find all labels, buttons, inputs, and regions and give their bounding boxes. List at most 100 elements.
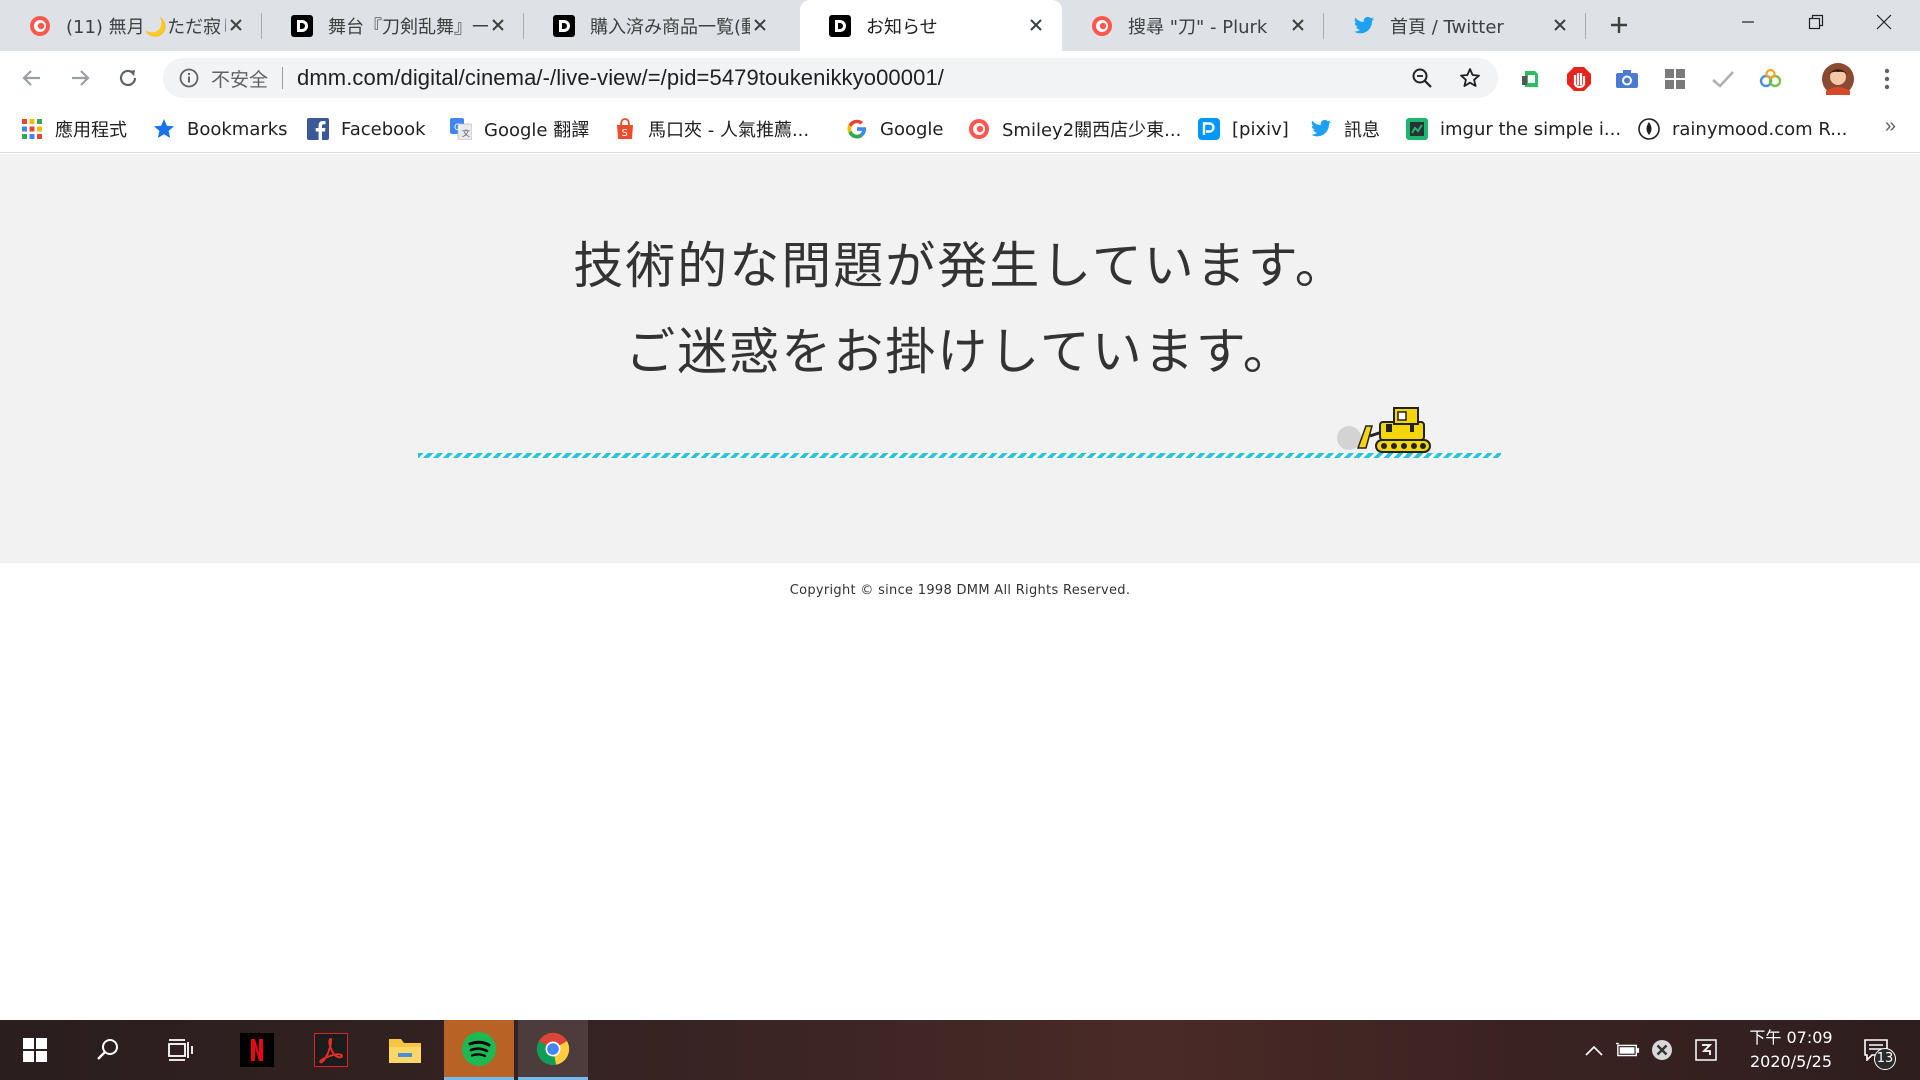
tab-title: 搜尋 "刀" - Plurk xyxy=(1128,16,1268,38)
bookmark-google-translate[interactable]: G文 Google 翻譯 xyxy=(450,115,589,143)
forward-button[interactable] xyxy=(64,62,96,94)
imgur-icon xyxy=(1406,118,1428,140)
close-window-button[interactable] xyxy=(1854,0,1914,44)
extension-check-icon[interactable] xyxy=(1710,66,1736,92)
dmm-icon xyxy=(552,14,576,38)
taskbar-netflix[interactable] xyxy=(222,1020,292,1080)
tab-plurk-2[interactable]: 搜尋 "刀" - Plurk xyxy=(1062,0,1324,51)
reload-icon xyxy=(119,69,137,87)
extension-evernote-icon[interactable] xyxy=(1518,66,1544,92)
extension-screenshot-icon[interactable] xyxy=(1614,66,1640,92)
reload-button[interactable] xyxy=(112,62,144,94)
tab-twitter[interactable]: 首頁 / Twitter xyxy=(1324,0,1586,51)
tray-chevron-up-icon[interactable] xyxy=(1582,1038,1606,1062)
bulldozer-icon xyxy=(1337,407,1431,453)
menu-kebab-icon[interactable] xyxy=(1874,66,1900,92)
tab-title: お知らせ xyxy=(866,16,938,38)
taskbar-acrobat[interactable] xyxy=(296,1020,366,1080)
close-icon[interactable] xyxy=(486,13,510,37)
tab-title: 購入済み商品一覧(動画) xyxy=(590,16,750,38)
rainymood-icon xyxy=(1638,118,1660,140)
file-explorer-icon xyxy=(389,1039,421,1063)
bookmarks-bar: 應用程式 Bookmarks Facebook G文 Google 翻譯 S 馬… xyxy=(0,105,1920,153)
restore-icon xyxy=(1808,14,1824,30)
close-icon[interactable] xyxy=(1024,13,1048,37)
dmm-icon xyxy=(828,14,852,38)
taskbar-search-button[interactable] xyxy=(73,1020,143,1080)
bookmark-google[interactable]: Google xyxy=(846,115,943,143)
input-method-icon[interactable] xyxy=(1694,1038,1718,1062)
tab-dmm-1[interactable]: 舞台『刀剣乱舞』一覧 xyxy=(262,0,524,51)
new-tab-button[interactable] xyxy=(1604,10,1634,40)
facebook-icon xyxy=(307,118,329,140)
bookmark-pixiv[interactable]: [pixiv] xyxy=(1198,115,1289,143)
close-icon[interactable] xyxy=(748,13,772,37)
tab-dmm-active[interactable]: お知らせ xyxy=(800,0,1062,51)
zoom-icon[interactable] xyxy=(1410,66,1434,90)
bookmark-apps[interactable]: 應用程式 xyxy=(21,115,127,143)
security-label: 不安全 xyxy=(211,68,269,91)
dmm-icon xyxy=(290,14,314,38)
google-translate-icon: G文 xyxy=(450,118,472,140)
chrome-icon xyxy=(536,1032,570,1065)
tab-title: (11) 無月🌙ただ寂しい xyxy=(66,16,226,38)
notification-count-badge: 13 xyxy=(1874,1048,1896,1070)
task-view-icon xyxy=(168,1039,193,1061)
bookmark-rainymood[interactable]: rainymood.com R... xyxy=(1638,115,1847,143)
svg-text:G: G xyxy=(454,123,461,133)
system-clock[interactable]: 下午 07:09 2020/5/25 xyxy=(1736,1026,1846,1074)
taskbar-spotify[interactable] xyxy=(444,1020,514,1080)
arrow-right-icon xyxy=(72,70,90,86)
task-view-button[interactable] xyxy=(146,1020,216,1080)
shopee-icon: S xyxy=(614,118,636,140)
bookmark-bookmarks[interactable]: Bookmarks xyxy=(153,115,288,143)
close-icon[interactable] xyxy=(1286,13,1310,37)
plurk-icon xyxy=(1090,14,1114,38)
taskbar-chrome[interactable] xyxy=(518,1020,588,1080)
tab-dmm-2[interactable]: 購入済み商品一覧(動画) xyxy=(524,0,786,51)
close-icon[interactable] xyxy=(1548,13,1572,37)
back-button[interactable] xyxy=(16,62,48,94)
tab-plurk-1[interactable]: (11) 無月🌙ただ寂しい xyxy=(0,0,262,51)
copyright-footer: Copyright © since 1998 DMM All Rights Re… xyxy=(789,583,1131,598)
error-message-line1: 技術的な問題が発生しています。 xyxy=(573,237,1347,295)
tab-title: 首頁 / Twitter xyxy=(1390,16,1504,38)
bookmark-smiley2[interactable]: Smiley2關西店少東... xyxy=(968,115,1181,143)
windows-taskbar: 下午 07:09 2020/5/25 13 xyxy=(0,1020,1920,1080)
plurk-icon xyxy=(28,14,52,38)
taskbar-file-explorer[interactable] xyxy=(370,1020,440,1080)
tab-title: 舞台『刀剣乱舞』一覧 xyxy=(328,16,488,38)
bookmarks-overflow-button[interactable]: » xyxy=(1885,115,1896,138)
bookmark-twitter-messages[interactable]: 訊息 xyxy=(1310,115,1380,143)
restore-button[interactable] xyxy=(1786,0,1846,44)
network-disconnected-icon[interactable] xyxy=(1650,1038,1674,1062)
svg-text:S: S xyxy=(622,128,628,139)
bookmark-facebook[interactable]: Facebook xyxy=(307,115,426,143)
apps-grid-icon xyxy=(21,118,43,140)
error-message-line2: ご迷惑をお掛けしています。 xyxy=(625,323,1295,381)
arrow-left-icon xyxy=(22,70,40,86)
clock-time: 下午 07:09 xyxy=(1749,1028,1833,1047)
tab-strip: (11) 無月🌙ただ寂しい 舞台『刀剣乱舞』一覧 購入済み商品一覧(動画) お知… xyxy=(0,0,1920,51)
star-icon[interactable] xyxy=(1458,66,1482,90)
clock-date: 2020/5/25 xyxy=(1749,1052,1833,1071)
avatar[interactable] xyxy=(1822,63,1854,95)
windows-start-button[interactable] xyxy=(0,1020,70,1080)
extension-adblock-icon[interactable] xyxy=(1566,66,1592,92)
battery-icon[interactable] xyxy=(1616,1038,1640,1062)
address-bar[interactable]: 不安全 dmm.com/digital/cinema/-/live-view/=… xyxy=(163,58,1498,98)
notification-center-button[interactable]: 13 xyxy=(1858,1038,1896,1070)
netflix-icon xyxy=(240,1033,274,1067)
info-icon[interactable] xyxy=(177,66,201,90)
google-icon xyxy=(846,118,868,140)
minimize-button[interactable] xyxy=(1718,0,1778,44)
pixiv-icon xyxy=(1198,118,1220,140)
bookmark-imgur[interactable]: imgur the simple i... xyxy=(1406,115,1621,143)
url-text[interactable]: dmm.com/digital/cinema/-/live-view/=/pid… xyxy=(297,65,944,91)
extension-grid-icon[interactable] xyxy=(1662,66,1688,92)
close-icon[interactable] xyxy=(224,13,248,37)
twitter-icon xyxy=(1352,14,1376,38)
extension-link-icon[interactable] xyxy=(1758,66,1784,92)
acrobat-icon xyxy=(314,1033,348,1067)
bookmark-shopee[interactable]: S 馬口夾 - 人氣推薦... xyxy=(614,115,809,143)
